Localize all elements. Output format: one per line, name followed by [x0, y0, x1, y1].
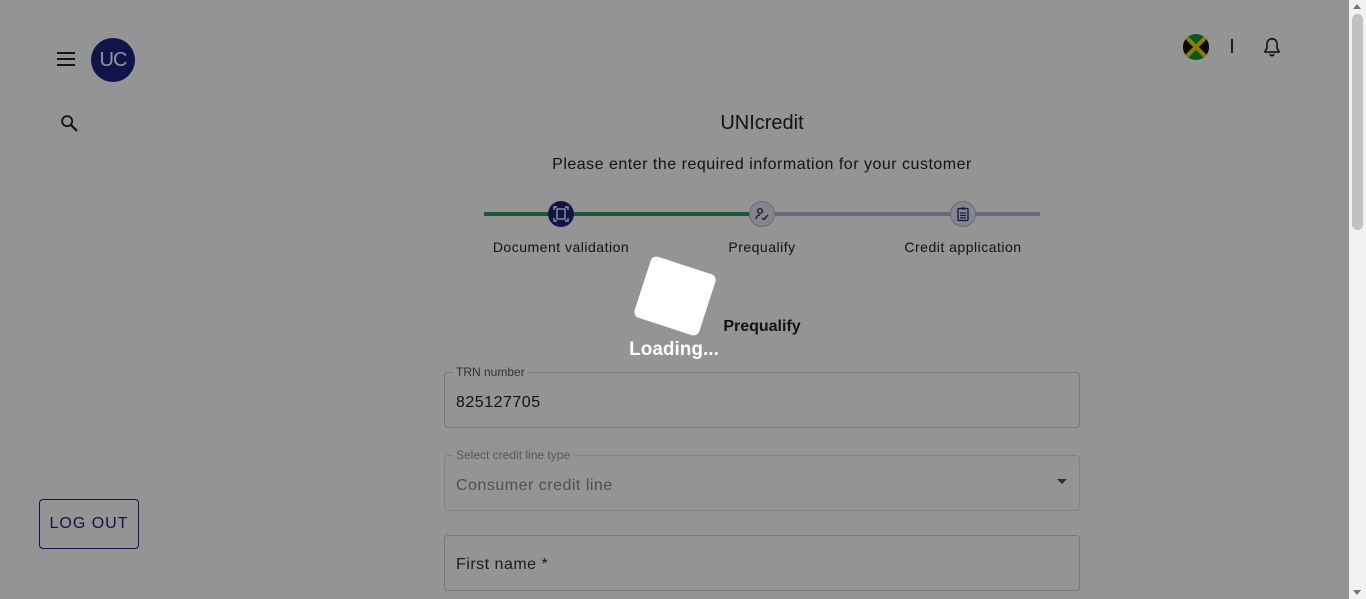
scroll-thumb[interactable] [1352, 14, 1363, 230]
scroll-down-icon[interactable] [1353, 590, 1361, 595]
page-scrollbar[interactable] [1349, 0, 1366, 599]
scroll-up-icon[interactable] [1353, 4, 1361, 9]
loading-text: Loading... [629, 339, 719, 360]
